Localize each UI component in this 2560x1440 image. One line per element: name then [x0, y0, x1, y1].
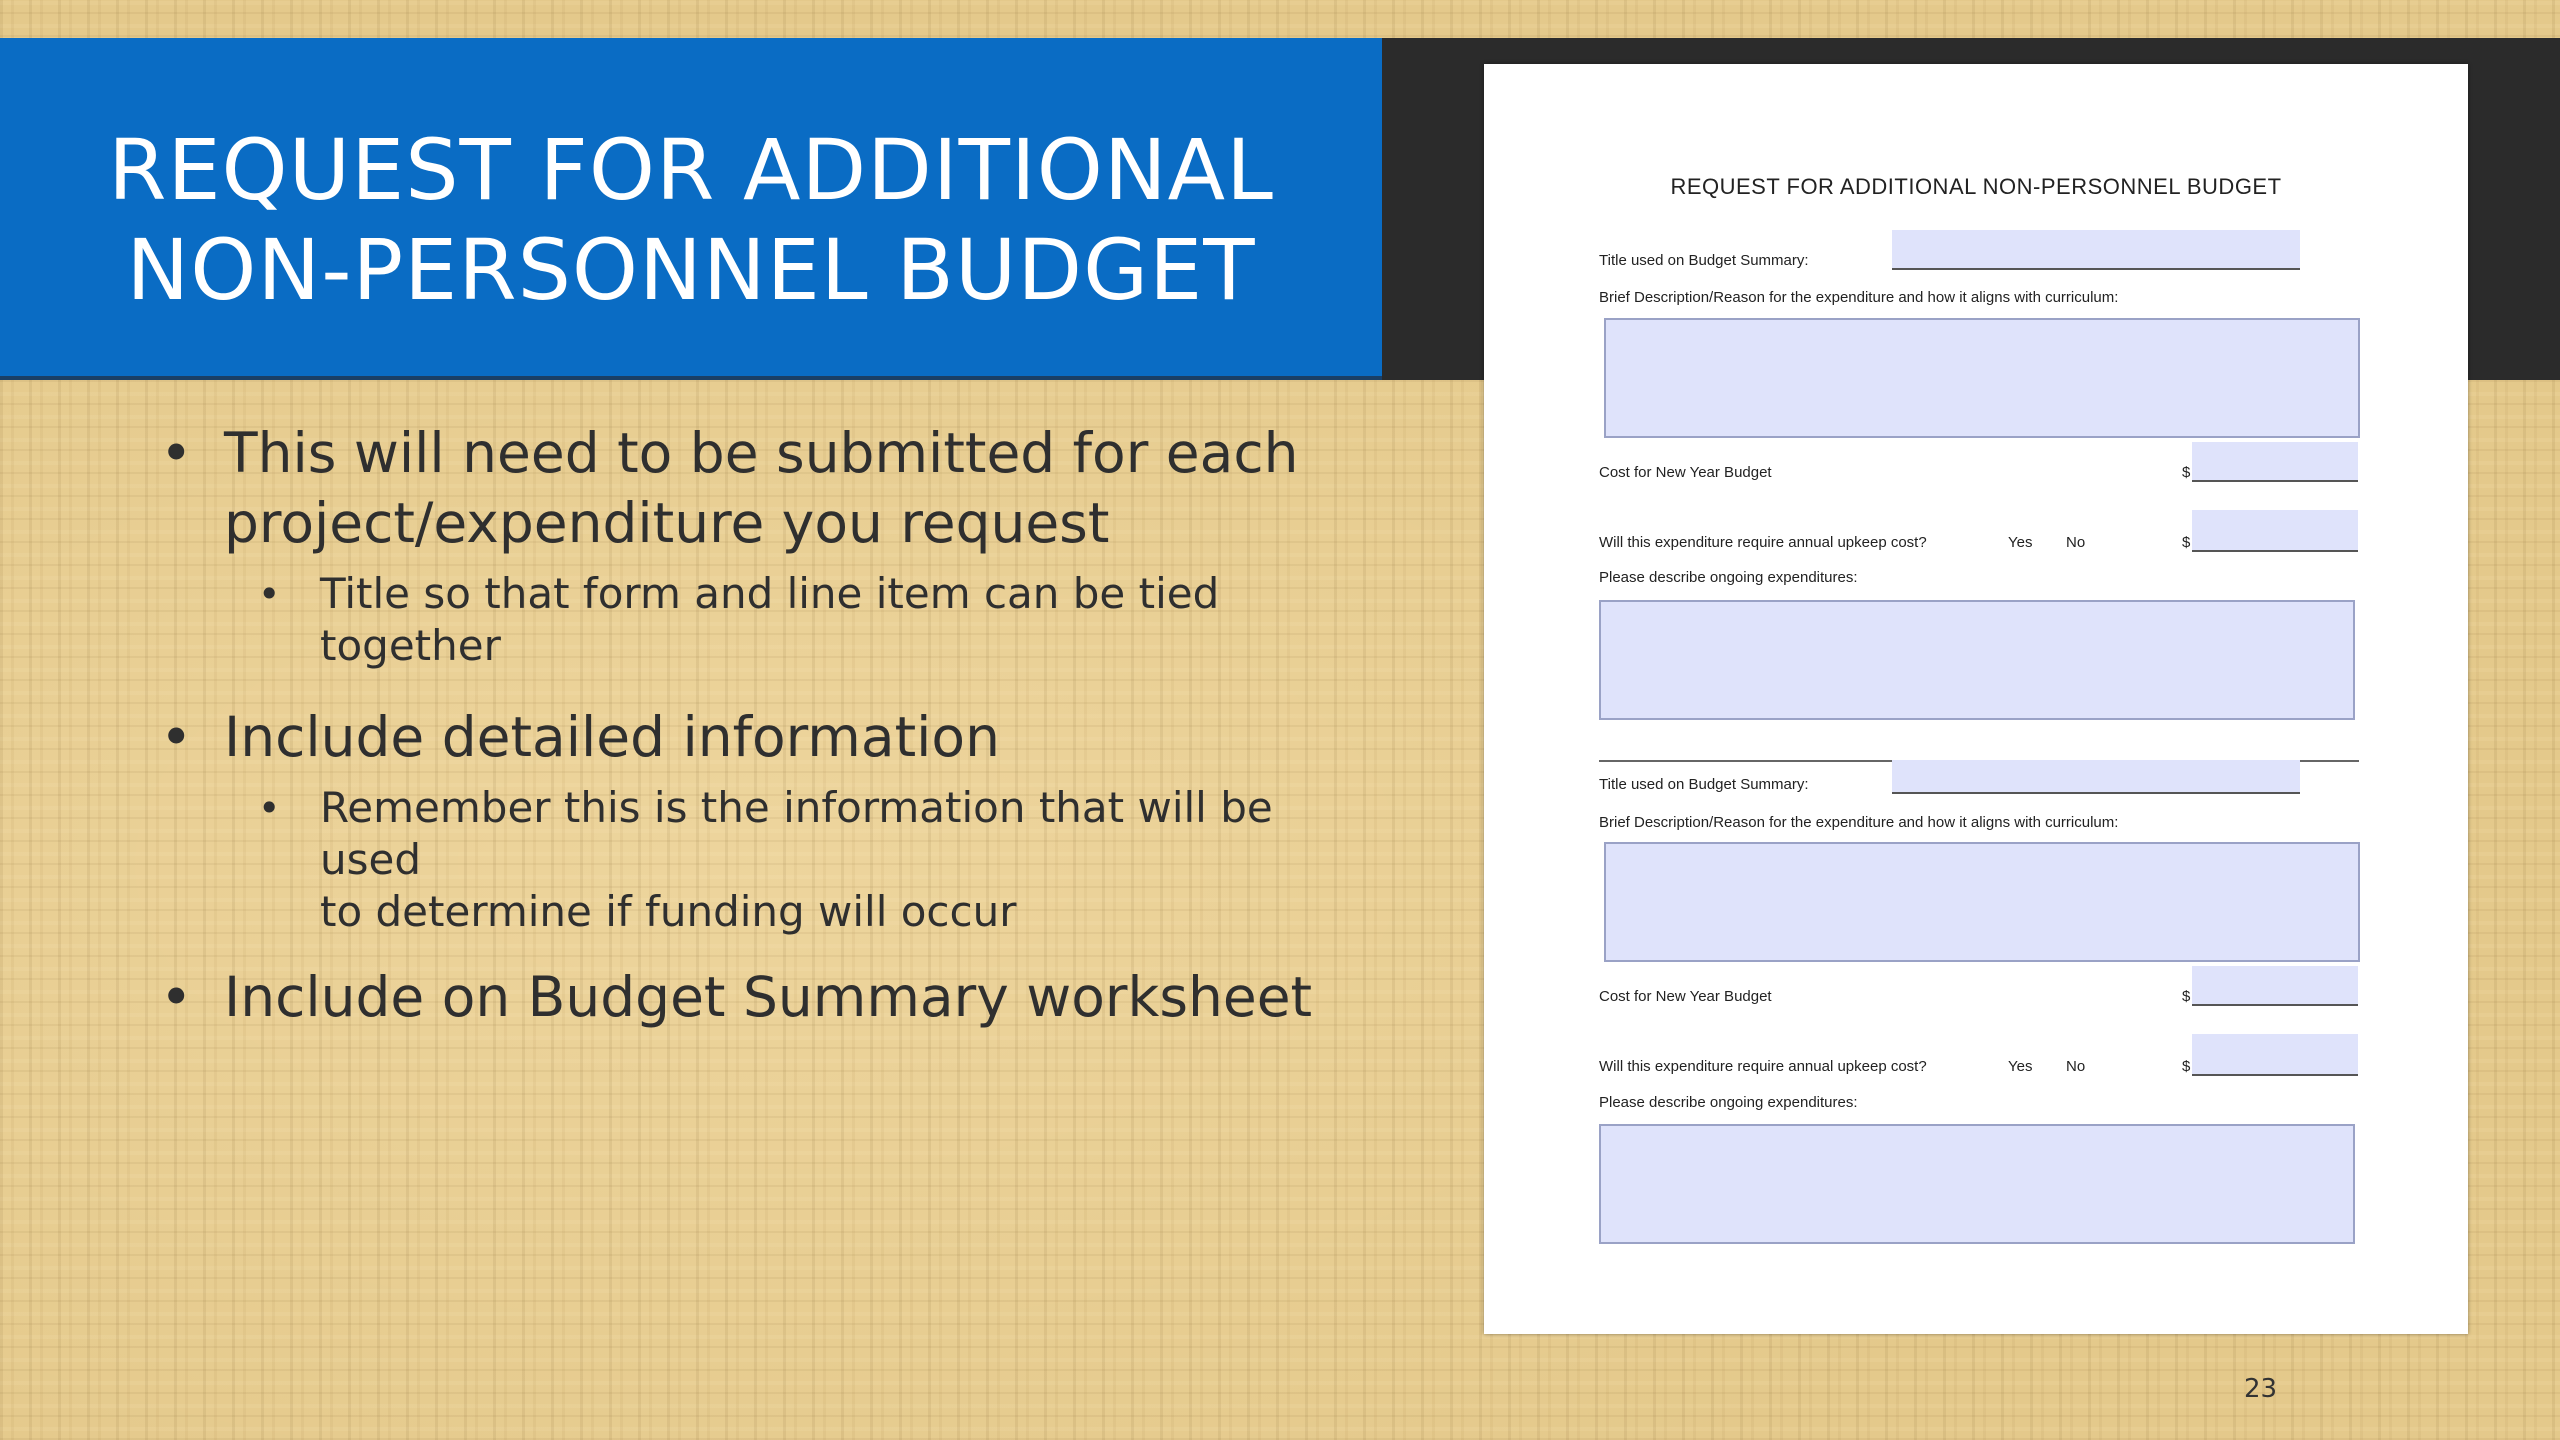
slide-title-line1: REQUEST FOR ADDITIONAL	[108, 121, 1274, 219]
description-box	[1604, 318, 2360, 438]
bullet-item: • Include on Budget Summary worksheet	[160, 962, 1380, 1032]
cost-label: Cost for New Year Budget	[1599, 988, 1772, 1005]
form-image: REQUEST FOR ADDITIONAL NON-PERSONNEL BUD…	[1484, 64, 2468, 1334]
cost-field	[2192, 966, 2358, 1006]
page-number: 23	[2244, 1374, 2278, 1404]
yes-option: Yes	[2008, 1058, 2033, 1075]
no-option: No	[2066, 534, 2086, 551]
title-field	[1892, 230, 2300, 270]
title-field	[1892, 760, 2300, 794]
bullet-dot-icon: •	[160, 705, 193, 769]
sub-bullet-item: • Remember this is the information that …	[160, 782, 1380, 938]
cost-field	[2192, 442, 2358, 482]
sub-bullet-item: • Title so that form and line item can b…	[160, 568, 1380, 672]
bullet-dot-icon: •	[258, 786, 281, 830]
cost-label: Cost for New Year Budget	[1599, 464, 1772, 481]
bullet-text: project/expenditure you request	[224, 491, 1110, 555]
bullet-list: • This will need to be submitted for eac…	[160, 418, 1380, 1042]
upkeep-label: Will this expenditure require annual upk…	[1599, 534, 1927, 551]
title-label: Title used on Budget Summary:	[1599, 776, 1809, 793]
dollar-sign: $	[2182, 534, 2191, 551]
bullet-text: This will need to be submitted for each	[224, 421, 1299, 485]
ongoing-box	[1599, 1124, 2355, 1244]
ongoing-box	[1599, 600, 2355, 720]
upkeep-label: Will this expenditure require annual upk…	[1599, 1058, 1927, 1075]
bullet-item: • Include detailed information	[160, 702, 1380, 772]
slide-title: REQUEST FOR ADDITIONAL NON-PERSONNEL BUD…	[0, 120, 1382, 320]
ongoing-label: Please describe ongoing expenditures:	[1599, 569, 1858, 586]
sub-bullet-text: Title so that form and line item can be …	[320, 569, 1220, 670]
upkeep-field	[2192, 510, 2358, 552]
description-label: Brief Description/Reason for the expendi…	[1599, 814, 2119, 831]
no-option: No	[2066, 1058, 2086, 1075]
slide-title-line2: NON-PERSONNEL BUDGET	[126, 221, 1256, 319]
yes-option: Yes	[2008, 534, 2033, 551]
dollar-sign: $	[2182, 464, 2191, 481]
sub-bullet-text: Remember this is the information that wi…	[320, 783, 1273, 884]
bullet-dot-icon: •	[160, 421, 193, 485]
bullet-text: Include detailed information	[224, 705, 1000, 769]
bullet-dot-icon: •	[258, 572, 281, 616]
title-label: Title used on Budget Summary:	[1599, 252, 1809, 269]
dollar-sign: $	[2182, 1058, 2191, 1075]
dollar-sign: $	[2182, 988, 2191, 1005]
upkeep-field	[2192, 1034, 2358, 1076]
bullet-item: • This will need to be submitted for eac…	[160, 418, 1380, 558]
form-title: REQUEST FOR ADDITIONAL NON-PERSONNEL BUD…	[1670, 174, 2282, 199]
description-label: Brief Description/Reason for the expendi…	[1599, 289, 2119, 306]
sub-bullet-text: to determine if funding will occur	[320, 887, 1017, 936]
bullet-dot-icon: •	[160, 965, 193, 1029]
ongoing-label: Please describe ongoing expenditures:	[1599, 1094, 1858, 1111]
bullet-text: Include on Budget Summary worksheet	[224, 965, 1313, 1029]
description-box	[1604, 842, 2360, 962]
